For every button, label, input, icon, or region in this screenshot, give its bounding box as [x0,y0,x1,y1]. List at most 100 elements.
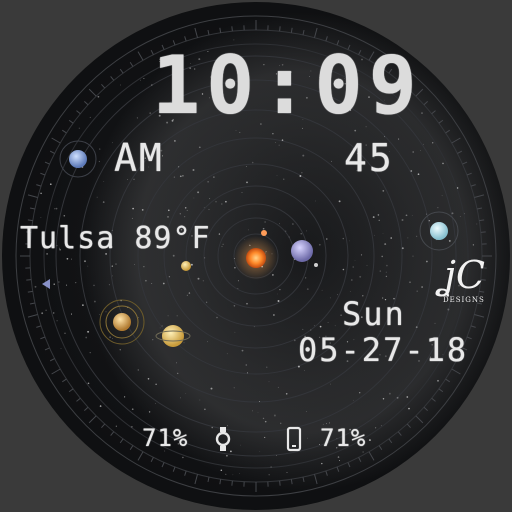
star [448,239,451,242]
star [286,471,288,474]
star [375,427,377,429]
star [275,142,276,143]
date-display[interactable]: 05-27-18 [298,334,468,366]
star [353,399,354,401]
star [268,381,270,383]
star [188,292,191,294]
star [421,286,423,288]
star [246,302,248,305]
star [360,254,363,256]
star [226,353,228,355]
scale-tick [110,76,115,81]
star [276,175,278,176]
star [303,369,305,371]
star [115,425,117,427]
star [410,170,413,172]
star [183,342,185,344]
weather-display[interactable]: Tulsa 89°F [20,224,211,254]
star [99,314,101,315]
star [112,338,113,340]
star [192,169,195,171]
star [71,258,72,260]
scale-tick [184,470,187,476]
star [220,469,223,471]
star [386,264,388,267]
star [161,325,163,327]
star [199,399,201,401]
star [384,243,387,246]
star [173,176,176,178]
star [119,349,121,351]
star [382,233,384,234]
star [184,207,187,209]
star [278,144,280,146]
star [87,382,90,385]
scale-tick [231,26,233,32]
star [193,471,195,473]
scale-tick [83,406,89,411]
star [179,213,181,215]
scale-tick [27,194,38,198]
star [131,425,133,428]
star [167,315,169,317]
scale-tick [279,480,281,486]
star [108,284,110,286]
star [241,192,243,193]
star [456,187,459,189]
star [159,327,161,329]
star [184,216,186,218]
scale-tick [49,358,55,362]
star [305,410,307,413]
star [270,466,272,468]
star [222,243,224,245]
star [234,267,236,269]
jc-monogram: ʝC [442,253,485,297]
star [307,437,309,439]
star [98,160,101,163]
star [350,279,353,281]
star [434,322,436,324]
scale-tick [119,438,124,444]
star [151,283,153,284]
star [359,275,362,278]
star [109,336,111,338]
star [441,195,443,197]
star [245,166,247,167]
star [143,266,145,268]
star [209,198,211,200]
scale-tick [26,279,32,281]
star [437,207,439,209]
star [334,325,336,327]
star [177,166,180,168]
moon [314,263,318,267]
star [476,223,478,225]
jc-designs-logo: ʝC DESIGNS [438,256,488,308]
star [221,203,223,205]
star [182,174,184,177]
star [321,289,323,291]
star [285,393,288,395]
scale-tick [76,110,81,115]
star [352,266,354,268]
star [208,208,210,211]
scale-tick [110,431,115,436]
star [177,372,179,375]
phone-icon [286,426,302,452]
star [463,213,465,215]
time-display: 10:09 [152,39,423,132]
star [342,237,344,240]
star [49,183,52,186]
star [406,396,409,398]
star [203,207,205,208]
sun [246,248,266,268]
star [168,276,171,278]
star [252,410,253,412]
star [426,260,428,263]
star [89,116,91,118]
star [225,473,227,476]
star [84,260,86,263]
star [149,112,152,114]
star [148,411,151,413]
star [266,366,268,368]
star [251,161,254,164]
